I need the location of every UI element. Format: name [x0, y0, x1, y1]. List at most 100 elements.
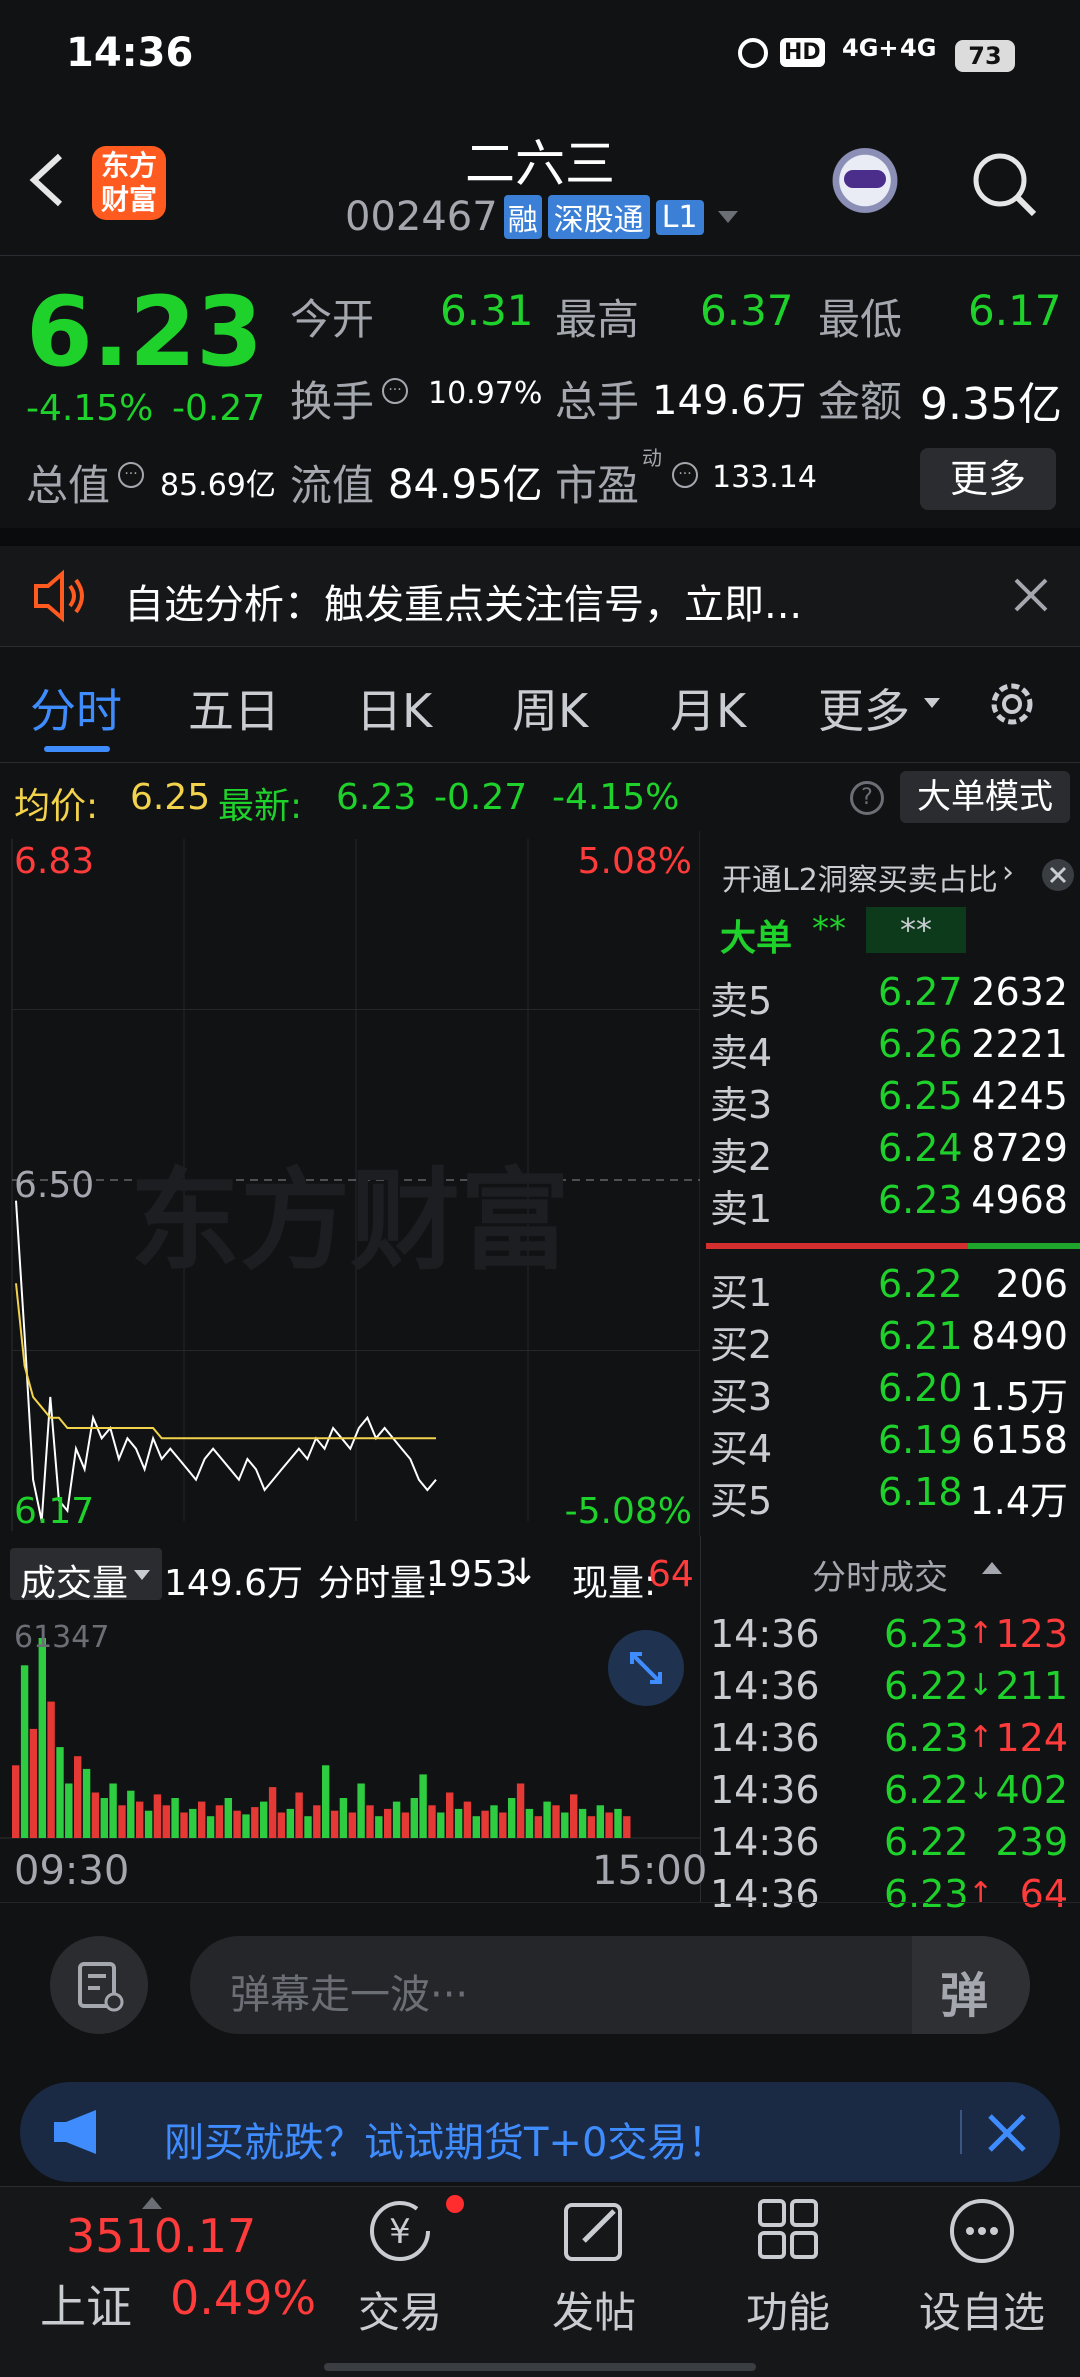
stock-code-row[interactable]: 002467 融 深股通 L1	[345, 192, 738, 242]
caret-down-icon	[924, 698, 940, 708]
volume-bar	[206, 1816, 215, 1838]
l2-promo-link[interactable]: 开通L2洞察买卖占比	[722, 855, 998, 899]
tab-intraday[interactable]: 分时	[30, 675, 122, 741]
level-price: 6.22	[878, 1262, 963, 1306]
sell-level-row[interactable]: 卖5 6.27 2632	[710, 970, 1080, 1023]
tab-monthly-k[interactable]: 月K	[670, 675, 746, 741]
volume-chart[interactable]: 61347 09:30 15:00	[0, 1610, 707, 1902]
nav-functions[interactable]: 功能	[708, 2195, 868, 2340]
trade-price: 6.22	[884, 1664, 969, 1708]
level-label: 卖1	[710, 1187, 773, 1231]
volume-bar	[561, 1812, 569, 1838]
volume-bar	[286, 1808, 294, 1838]
volume-bar	[233, 1810, 241, 1838]
robot-avatar[interactable]	[820, 140, 910, 230]
buy-level-row[interactable]: 买2 6.21 8490	[710, 1314, 1080, 1367]
level-volume: 2632	[971, 970, 1068, 1014]
tab-five-day[interactable]: 五日	[188, 675, 280, 741]
volume-bar	[410, 1798, 418, 1838]
volume-bar	[375, 1816, 383, 1838]
danmu-input[interactable]: 弹幕走一波··· 弹	[190, 1936, 1030, 2034]
volume-label: 总手	[555, 377, 640, 426]
avg-label: 均价:	[14, 786, 99, 827]
info-icon[interactable]: ···	[118, 462, 144, 488]
volume-header: 成交量 149.6万 分时量: 1953 ↓ 现量: 64	[0, 1540, 700, 1610]
futures-ad-banner[interactable]: 刚买就跌？试试期货T+0交易！	[20, 2082, 1060, 2182]
trade-volume: 239	[995, 1820, 1068, 1864]
notice-bar[interactable]: 自选分析：触发重点关注信号，立即...	[0, 546, 1080, 646]
change-pct: -4.15%	[26, 388, 154, 429]
close-notice-button[interactable]	[1008, 572, 1054, 618]
trade-time: 14:36	[710, 1664, 820, 1708]
sell-level-row[interactable]: 卖1 6.23 4968	[710, 1178, 1080, 1231]
nav-post-label: 发帖	[551, 2288, 636, 2337]
level-price: 6.25	[878, 1074, 963, 1118]
latest-pct: -4.15%	[552, 777, 680, 818]
latest-label: 最新:	[218, 786, 303, 827]
chevron-right-icon: ›	[1002, 855, 1014, 890]
robot-visor-icon	[844, 170, 886, 188]
down-arrow-icon: ↓	[968, 1772, 994, 1807]
danmu-placeholder: 弹幕走一波···	[230, 1972, 469, 2018]
edit-doc-button[interactable]	[50, 1936, 148, 2034]
big-order-bar: **	[866, 907, 966, 953]
volume-bar	[499, 1812, 507, 1838]
expand-icon	[630, 1652, 662, 1684]
buy-level-row[interactable]: 买5 6.18 1.4万	[710, 1470, 1080, 1523]
tab-daily-k[interactable]: 日K	[356, 675, 432, 741]
settings-button[interactable]	[982, 674, 1042, 734]
sell-level-row[interactable]: 卖4 6.26 2221	[710, 1022, 1080, 1075]
volume-bar	[419, 1774, 427, 1838]
tab-more[interactable]: 更多	[818, 675, 910, 741]
time-axis-start: 09:30	[14, 1848, 130, 1894]
danmu-send-button[interactable]: 弹	[912, 1936, 1030, 2034]
tab-weekly-k[interactable]: 周K	[512, 675, 588, 741]
volume-bar	[144, 1810, 153, 1838]
trades-header[interactable]: 分时成交	[700, 1536, 1080, 1606]
nav-post[interactable]: 发帖	[514, 2195, 674, 2340]
volume-bar	[65, 1783, 73, 1838]
index-widget[interactable]: 3510.17 上证 0.49%	[30, 2187, 330, 2337]
search-button[interactable]	[968, 148, 1040, 220]
sell-level-row[interactable]: 卖3 6.25 4245	[710, 1074, 1080, 1127]
alarm-icon	[738, 38, 768, 68]
more-button[interactable]: 更多	[920, 448, 1056, 510]
open-label: 今开	[290, 295, 375, 344]
expand-chart-button[interactable]	[608, 1630, 684, 1706]
volume-bar	[127, 1790, 135, 1838]
buy-level-row[interactable]: 买4 6.19 6158	[710, 1418, 1080, 1471]
help-icon[interactable]: ?	[850, 781, 884, 815]
trade-time: 14:36	[710, 1768, 820, 1812]
level-volume: 1.5万	[969, 1375, 1068, 1419]
level-label: 买4	[710, 1427, 773, 1471]
volume-bar	[525, 1808, 534, 1838]
volume-bar	[490, 1805, 498, 1838]
compose-icon	[564, 2203, 622, 2261]
volume-bar	[481, 1810, 489, 1838]
quote-panel: 6.23 -4.15% -0.27 今开 6.31 最高 6.37 最低 6.1…	[0, 256, 1080, 528]
info-icon[interactable]: ···	[382, 378, 408, 404]
buy-level-row[interactable]: 买1 6.22 206	[710, 1262, 1080, 1315]
big-order-mode-button[interactable]: 大单模式	[900, 771, 1070, 823]
intraday-chart[interactable]: 6.83 5.08% 6.50 6.17 -5.08% 东方财富	[0, 831, 700, 1536]
volume-selector[interactable]: 成交量	[10, 1548, 162, 1604]
nav-trade[interactable]: ¥ 交易	[320, 2195, 480, 2340]
volume-bar	[109, 1783, 117, 1838]
close-ad-button[interactable]	[980, 2106, 1034, 2160]
sell-level-row[interactable]: 卖2 6.24 8729	[710, 1126, 1080, 1179]
volume-bar	[516, 1783, 525, 1838]
close-l2-button[interactable]	[1042, 859, 1074, 891]
volume-bar	[180, 1812, 188, 1838]
up-arrow-icon: ↑	[968, 1720, 994, 1755]
volume-bar	[428, 1805, 436, 1838]
volume-bar	[543, 1801, 551, 1838]
danmu-button-label: 弹	[940, 1968, 989, 2024]
nav-add-watchlist[interactable]: 设自选	[902, 2195, 1062, 2340]
buy-level-row[interactable]: 买3 6.20 1.5万	[710, 1366, 1080, 1419]
latest-chg: -0.27	[434, 777, 528, 818]
volume-bar	[472, 1816, 480, 1838]
big-order-label: 大单	[720, 918, 793, 959]
yen-refresh-icon: ¥	[370, 2201, 430, 2261]
price-axis-mid: 6.50	[14, 1165, 95, 1206]
info-icon[interactable]: ···	[672, 462, 698, 488]
